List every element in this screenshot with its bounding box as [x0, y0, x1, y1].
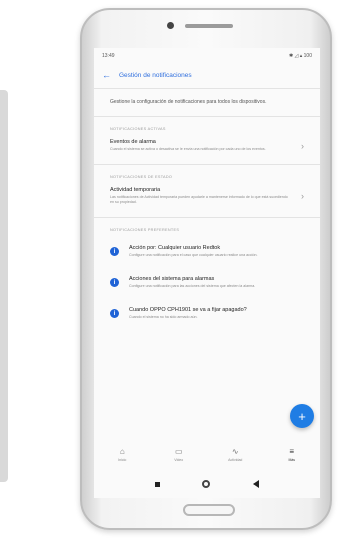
preference-text: Acción por: Cualquier usuario Redtok Con…	[129, 245, 306, 258]
status-time: 13:49	[102, 53, 115, 59]
nav-item-video[interactable]: ▭ Video	[159, 447, 199, 462]
nav-label-more: Más	[288, 457, 296, 462]
front-camera	[167, 22, 174, 29]
info-icon: i	[110, 309, 119, 318]
nav-label-activity: Actividad	[228, 457, 243, 462]
phone-frame: 13:49 ✱ ◿ ▴ 100 ← Gestión de notificacio…	[80, 8, 332, 530]
temporary-activity-text: Actividad temporaria Las notificaciones …	[110, 187, 291, 205]
temporary-activity-title: Actividad temporaria	[110, 187, 161, 193]
divider	[94, 164, 320, 165]
preference-title: Cuando OPPO CPH1901 se va a fijar apagad…	[129, 307, 247, 313]
adjacent-device-edge	[0, 90, 8, 482]
page-title: Gestión de notificaciones	[119, 71, 192, 79]
preference-item-system-actions[interactable]: i Acciones del sistema para alarmas Conf…	[94, 267, 320, 298]
home-icon: ⌂	[119, 446, 125, 456]
back-arrow-icon[interactable]: ←	[102, 70, 111, 80]
preference-title: Acción por: Cualquier usuario Redtok	[129, 245, 221, 251]
menu-icon: ≡	[289, 446, 295, 456]
alarm-events-desc: Cuando el sistema se activa o desactiva …	[110, 147, 266, 151]
divider	[94, 217, 320, 218]
divider	[94, 88, 320, 89]
preference-desc: Cuando el sistema no ha sido armado aún.	[129, 315, 198, 319]
phone-screen: 13:49 ✱ ◿ ▴ 100 ← Gestión de notificacio…	[94, 48, 320, 498]
preference-item-device-off[interactable]: i Cuando OPPO CPH1901 se va a fijar apag…	[94, 298, 320, 329]
alarm-events-row[interactable]: Eventos de alarma Cuando el sistema se a…	[94, 135, 320, 162]
activity-icon: ∿	[231, 446, 239, 456]
nav-item-more[interactable]: ≡ Más	[272, 447, 312, 462]
nav-label-video: Video	[174, 457, 184, 462]
alarm-events-text: Eventos de alarma Cuando el sistema se a…	[110, 139, 291, 152]
preference-desc: Configure una notificación para el caso …	[129, 253, 258, 257]
nav-item-activity[interactable]: ∿ Actividad	[215, 447, 255, 462]
recents-button[interactable]	[155, 481, 161, 487]
system-navigation-bar	[94, 472, 320, 496]
intro-text: Gestione la configuración de notificacio…	[110, 99, 267, 105]
preference-title: Acciones del sistema para alarmas	[129, 276, 215, 282]
section-header-active: NOTIFICACIONES ACTIVAS	[110, 127, 166, 131]
back-button[interactable]	[252, 480, 259, 488]
info-icon: i	[110, 278, 119, 287]
nav-label-home: Inicio	[118, 457, 127, 462]
divider	[94, 116, 320, 117]
status-icons: ✱ ◿ ▴ 100	[288, 53, 312, 59]
status-bar: 13:49 ✱ ◿ ▴ 100	[94, 48, 320, 64]
info-icon: i	[110, 247, 119, 256]
preference-text: Acciones del sistema para alarmas Config…	[129, 276, 306, 289]
section-header-preferences: NOTIFICACIONES PREFERENTES	[110, 228, 180, 232]
preference-desc: Configure una notificación para las acci…	[129, 284, 256, 288]
preference-item-user-action[interactable]: i Acción por: Cualquier usuario Redtok C…	[94, 236, 320, 267]
add-fab-button[interactable]: +	[290, 404, 314, 428]
temporary-activity-row[interactable]: Actividad temporaria Las notificaciones …	[94, 183, 320, 215]
nav-item-home[interactable]: ⌂ Inicio	[102, 447, 142, 462]
video-icon: ▭	[174, 446, 183, 456]
chevron-right-icon: ›	[301, 140, 304, 151]
chevron-right-icon: ›	[301, 191, 304, 201]
section-header-status: NOTIFICACIONES DE ESTADO	[110, 175, 173, 179]
app-bar: ← Gestión de notificaciones	[94, 64, 320, 86]
home-button[interactable]	[202, 480, 211, 488]
preference-text: Cuando OPPO CPH1901 se va a fijar apagad…	[129, 307, 306, 320]
physical-home-button	[183, 504, 235, 516]
temporary-activity-desc: Las notificaciones de Actividad temporar…	[110, 195, 288, 204]
bottom-navigation: ⌂ Inicio ▭ Video ∿ Actividad ≡ Más	[94, 438, 320, 470]
alarm-events-title: Eventos de alarma	[110, 139, 156, 145]
earpiece-speaker	[185, 24, 233, 28]
